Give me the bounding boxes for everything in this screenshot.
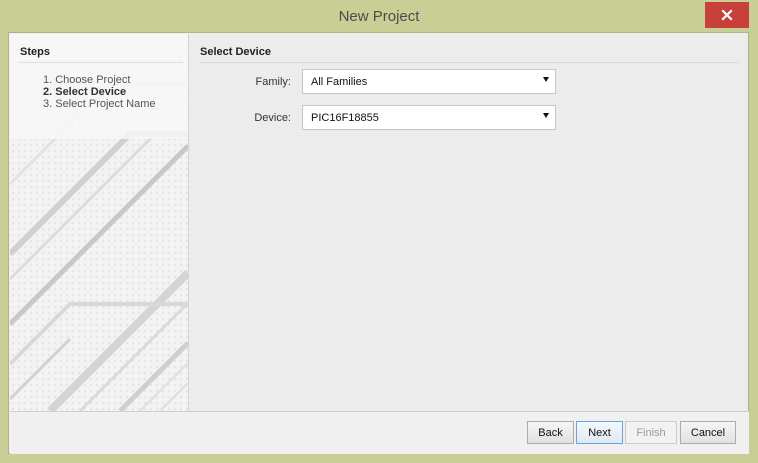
- device-select[interactable]: PIC16F18855: [302, 105, 556, 130]
- close-icon: [721, 9, 733, 21]
- device-select-value: PIC16F18855: [311, 111, 379, 124]
- cancel-button[interactable]: Cancel: [680, 421, 736, 444]
- section-divider: [199, 62, 739, 63]
- steps-header: Steps: [20, 46, 50, 58]
- finish-button[interactable]: Finish: [625, 421, 677, 444]
- window-title: New Project: [338, 8, 420, 25]
- title-bar[interactable]: New Project: [0, 0, 758, 32]
- back-button[interactable]: Back: [527, 421, 574, 444]
- close-button[interactable]: [705, 2, 749, 28]
- button-bar: Back Next Finish Cancel: [10, 411, 749, 454]
- family-label: Family:: [255, 76, 291, 88]
- step-select-project-name: 3. Select Project Name: [43, 98, 156, 110]
- dialog-client-area: Steps 1. Choose Project 2. Select Device…: [8, 32, 749, 454]
- steps-panel: Steps 1. Choose Project 2. Select Device…: [10, 34, 189, 411]
- new-project-window: New Project Steps 1. Choose Project 2. S…: [0, 0, 758, 463]
- step-select-device: 2. Select Device: [43, 86, 127, 98]
- step-choose-project: 1. Choose Project: [43, 74, 131, 86]
- section-title: Select Device: [200, 46, 271, 58]
- family-select[interactable]: All Families: [302, 69, 556, 94]
- steps-divider: [18, 62, 183, 63]
- device-label: Device:: [254, 112, 291, 124]
- dropdown-arrow-icon: [543, 113, 549, 118]
- dropdown-arrow-icon: [543, 77, 549, 82]
- steps-list: 1. Choose Project 2. Select Device 3. Se…: [43, 74, 156, 110]
- family-select-value: All Families: [311, 75, 368, 88]
- next-button[interactable]: Next: [576, 421, 623, 444]
- select-device-panel: Select Device Family: All Families Devic…: [189, 34, 748, 411]
